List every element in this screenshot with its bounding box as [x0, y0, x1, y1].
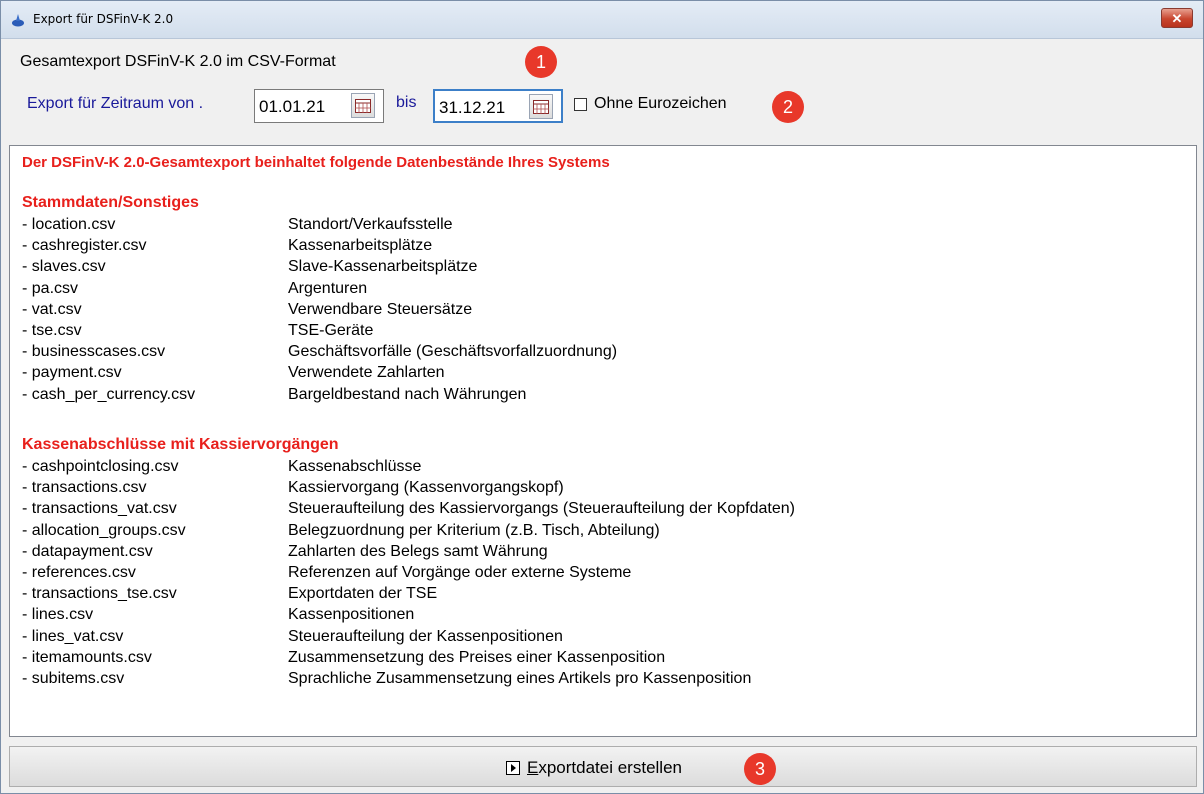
export-mnemonic: E: [527, 758, 539, 777]
title-bar[interactable]: Export für DSFinV-K 2.0 ✕: [1, 1, 1203, 39]
file-description: TSE-Geräte: [288, 322, 374, 339]
calendar-icon: [533, 100, 549, 114]
file-name: - vat.csv: [22, 300, 82, 318]
file-name: - payment.csv: [22, 364, 122, 382]
file-name: - transactions_tse.csv: [22, 585, 177, 603]
export-button-label: Exportdatei erstellen: [527, 758, 682, 778]
date-from-field[interactable]: 01.01.21: [254, 89, 384, 123]
period-label: Export für Zeitraum von .: [27, 95, 204, 112]
file-name: - lines.csv: [22, 606, 94, 624]
file-name: - businesscases.csv: [22, 343, 166, 361]
ohne-eurozeichen-label[interactable]: Ohne Eurozeichen: [594, 95, 727, 113]
file-name: - itemamounts.csv: [22, 648, 152, 666]
marker-3: 3: [744, 753, 776, 785]
file-name: - cash_per_currency.csv: [22, 385, 196, 403]
file-description: Verwendbare Steuersätze: [288, 300, 473, 318]
file-description: Steueraufteilung der Kassenpositionen: [288, 627, 563, 645]
file-name: - cashregister.csv: [22, 237, 147, 255]
date-from-value: 01.01.21: [259, 97, 326, 116]
section-title-kassenabschluesse: Kassenabschlüsse mit Kassiervorgängen: [22, 436, 339, 453]
file-description: Belegzuordnung per Kriterium (z.B. Tisch…: [288, 521, 660, 539]
date-to-field[interactable]: 31.12.21: [433, 89, 563, 123]
file-name: - pa.csv: [22, 279, 79, 297]
export-button[interactable]: Exportdatei erstellen: [9, 746, 1197, 787]
marker-2: 2: [772, 91, 804, 123]
app-icon: [12, 14, 24, 27]
calendar-to-button[interactable]: [529, 94, 553, 119]
export-dialog-window: Export für DSFinV-K 2.0 ✕ Gesamtexport D…: [0, 0, 1204, 794]
file-name: - location.csv: [22, 216, 116, 233]
file-description: Zusammensetzung des Preises einer Kassen…: [288, 648, 666, 666]
marker-1: 1: [525, 46, 557, 78]
section-title-stammdaten: Stammdaten/Sonstiges: [22, 194, 199, 211]
file-description: Argenturen: [288, 279, 368, 297]
file-description: Geschäftsvorfälle (Geschäftsvorfallzuord…: [288, 343, 618, 361]
info-panel: Der DSFinV-K 2.0-Gesamtexport beinhaltet…: [9, 145, 1197, 737]
play-icon: [506, 761, 520, 775]
page-heading: Gesamtexport DSFinV-K 2.0 im CSV-Format: [20, 53, 336, 70]
file-name: - allocation_groups.csv: [22, 521, 186, 539]
calendar-icon: [355, 99, 371, 113]
file-description: Kassenabschlüsse: [288, 458, 422, 475]
info-title: Der DSFinV-K 2.0-Gesamtexport beinhaltet…: [22, 154, 610, 171]
file-description: Verwendete Zahlarten: [288, 364, 445, 382]
file-name: - references.csv: [22, 564, 136, 581]
calendar-from-button[interactable]: [351, 93, 375, 118]
file-description: Kassiervorgang (Kassenvorgangskopf): [288, 479, 564, 497]
date-to-value: 31.12.21: [439, 98, 506, 117]
file-description: Bargeldbestand nach Währungen: [288, 385, 527, 403]
file-description: Slave-Kassenarbeitsplätze: [288, 258, 478, 276]
file-description: Sprachliche Zusammensetzung eines Artike…: [288, 670, 752, 687]
file-description: Zahlarten des Belegs samt Währung: [288, 542, 548, 560]
window-title: Export für DSFinV-K 2.0: [33, 12, 174, 26]
file-name: - subitems.csv: [22, 670, 125, 687]
file-description: Steueraufteilung des Kassiervorgangs (St…: [288, 500, 795, 518]
file-description: Standort/Verkaufsstelle: [288, 216, 453, 233]
file-name: - tse.csv: [22, 322, 82, 339]
bis-label: bis: [396, 94, 417, 111]
file-name: - slaves.csv: [22, 258, 106, 276]
file-description: Referenzen auf Vorgänge oder externe Sys…: [288, 564, 632, 581]
close-button[interactable]: ✕: [1161, 8, 1193, 28]
file-name: - lines_vat.csv: [22, 627, 124, 645]
file-description: Kassenarbeitsplätze: [288, 237, 433, 255]
ohne-eurozeichen-checkbox[interactable]: [574, 98, 587, 111]
export-label-rest: xportdatei erstellen: [538, 758, 682, 777]
file-name: - transactions.csv: [22, 479, 147, 497]
file-name: - transactions_vat.csv: [22, 500, 177, 518]
file-name: - datapayment.csv: [22, 542, 153, 560]
file-description: Exportdaten der TSE: [288, 585, 438, 603]
file-name: - cashpointclosing.csv: [22, 458, 179, 475]
file-description: Kassenpositionen: [288, 606, 415, 624]
